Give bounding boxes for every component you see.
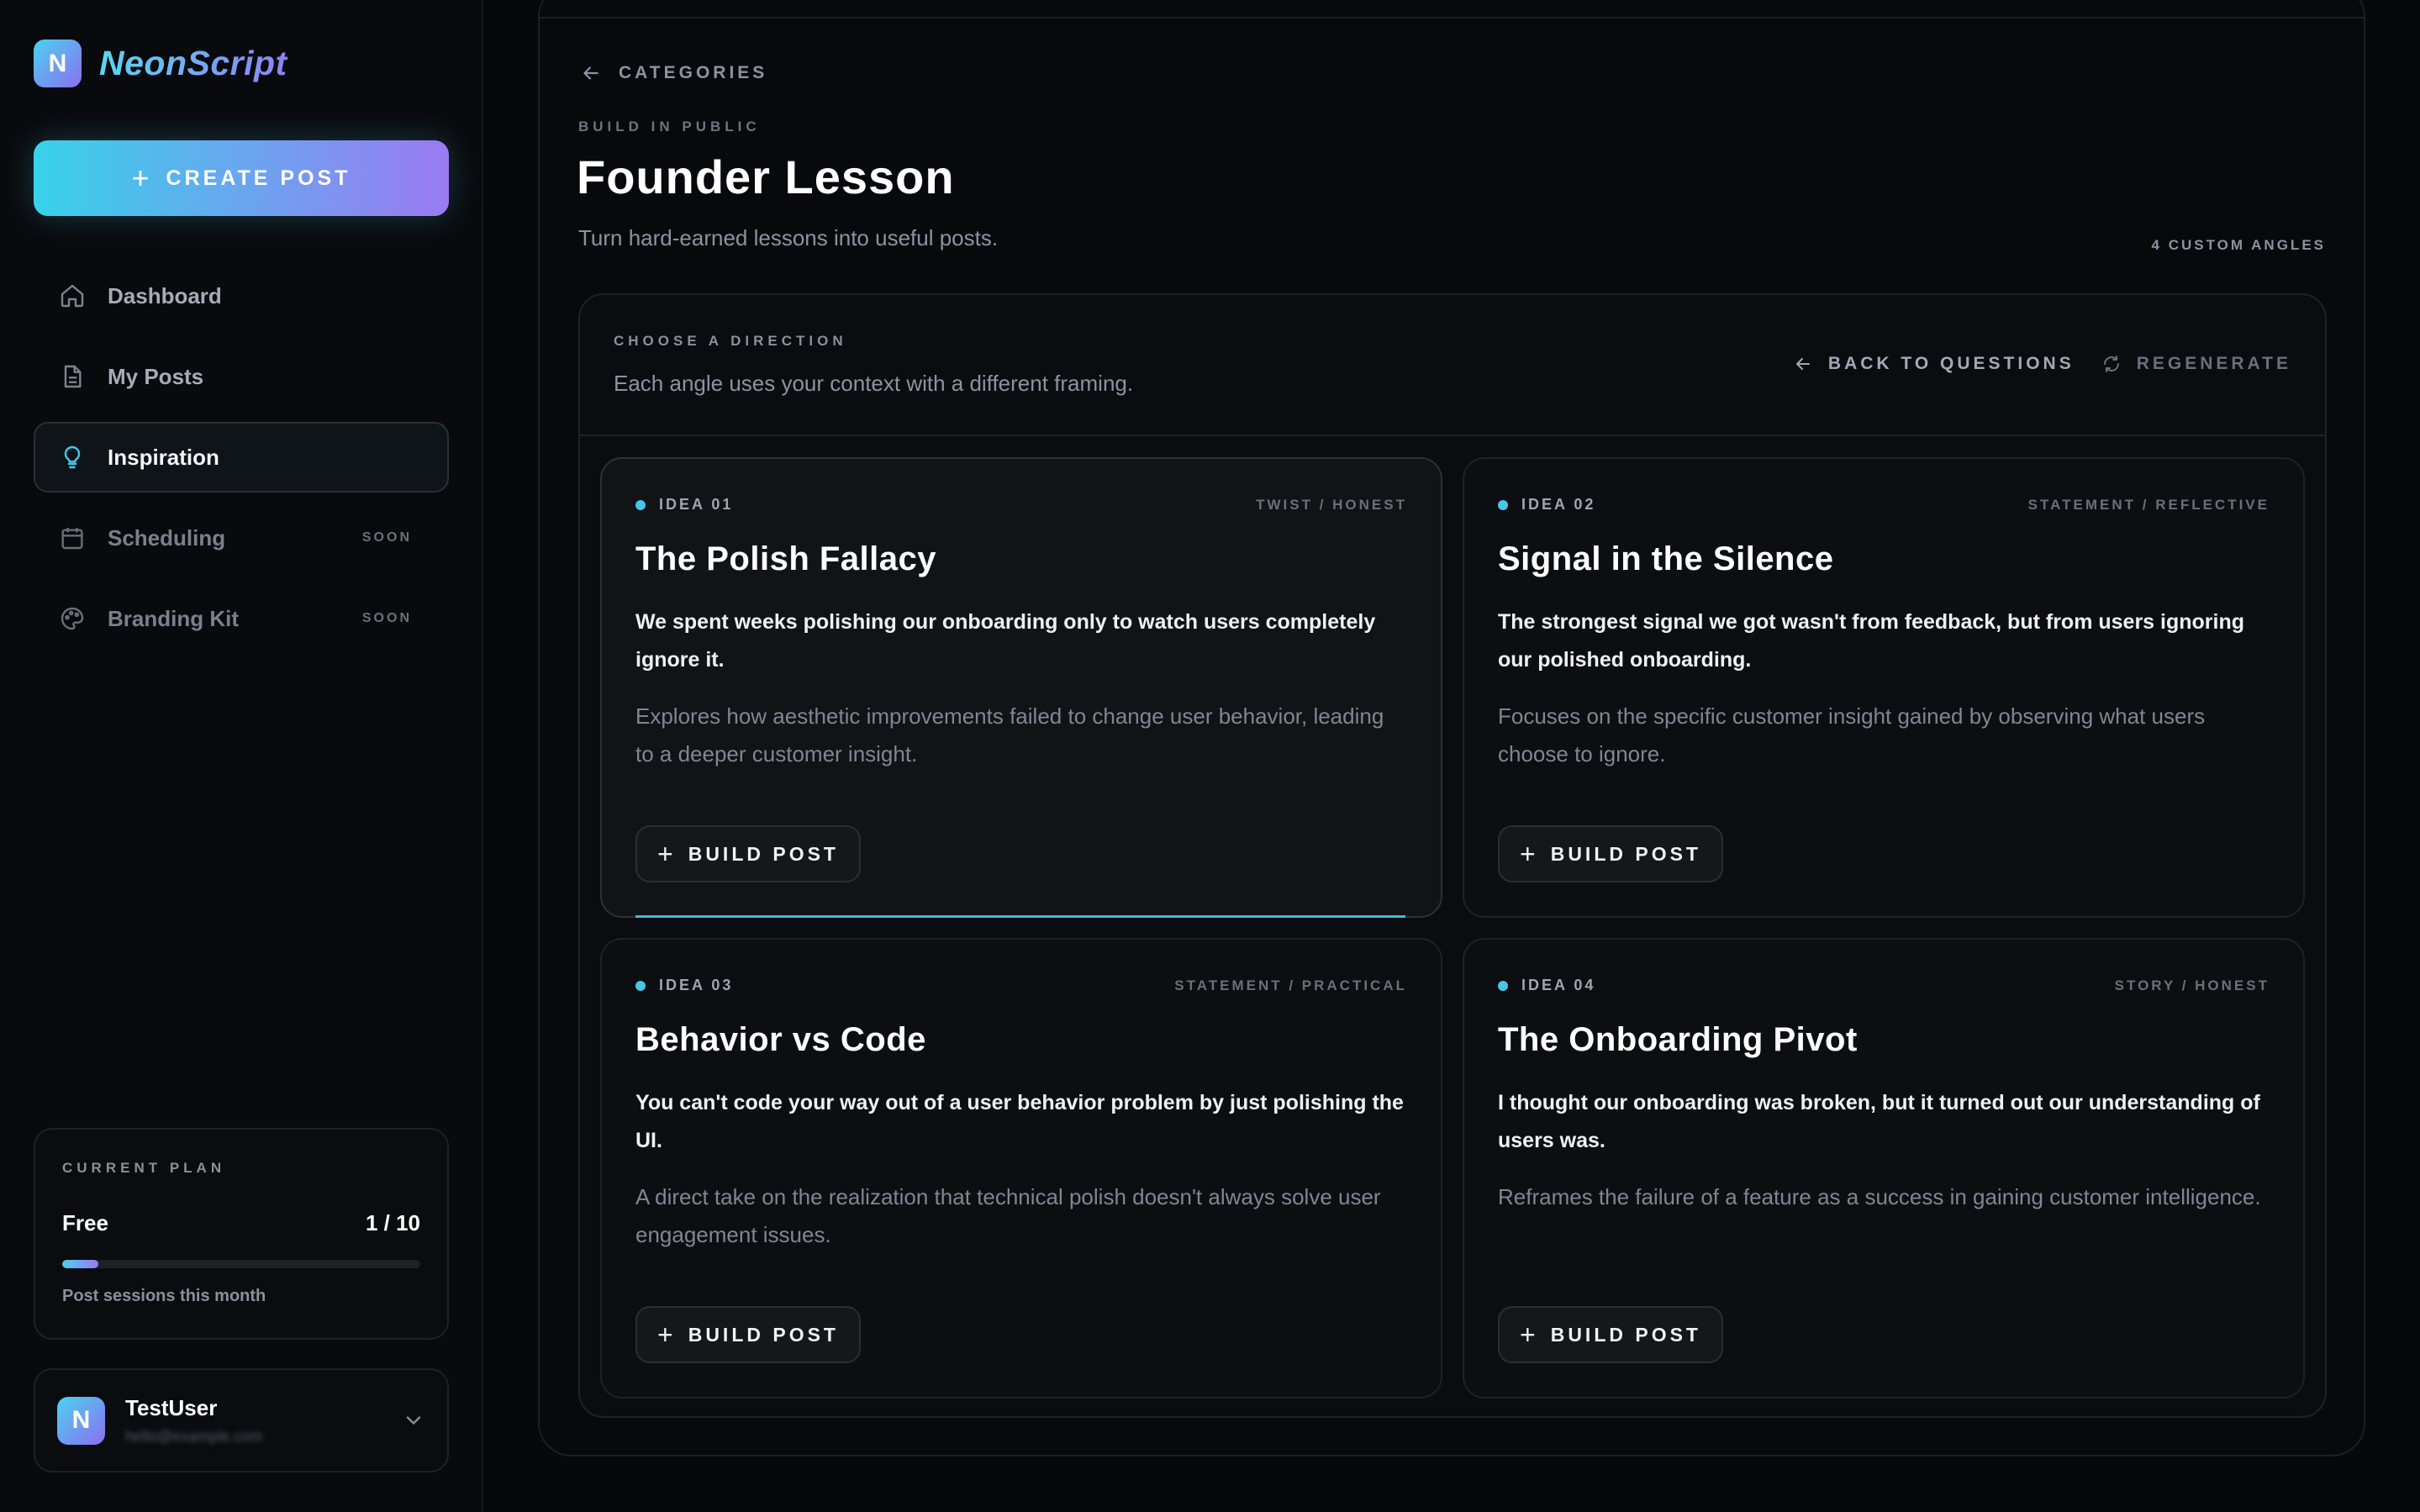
build-post-button[interactable]: + BUILD POST [1498,825,1723,882]
sidebar-item-label: Branding Kit [108,605,239,631]
plus-icon: + [657,1319,673,1350]
idea-description: Focuses on the specific customer insight… [1498,703,2206,767]
sidebar-item-dashboard[interactable]: Dashboard [34,261,449,331]
calendar-icon [59,524,86,551]
brand-name: NeonScript [99,44,287,82]
idea-number: IDEA 02 [1521,496,1596,513]
build-post-label: BUILD POST [1550,1323,1701,1346]
idea-card-3[interactable]: IDEA 03 STATEMENT / PRACTICAL Behavior v… [600,938,1442,1399]
build-post-button[interactable]: + BUILD POST [635,825,861,882]
idea-number: IDEA 04 [1521,977,1596,993]
user-menu[interactable]: N TestUser hello@example.com [34,1368,449,1472]
sidebar-item-label: Inspiration [108,444,219,470]
regenerate-button[interactable]: REGENERATE [2101,354,2291,374]
lightbulb-icon [59,444,86,471]
soon-badge: SOON [361,530,412,545]
page-subtitle: Turn hard-earned lessons into useful pos… [578,225,999,250]
idea-description: A direct take on the realization that te… [635,1184,1381,1247]
plan-usage: 1 / 10 [365,1210,420,1235]
back-to-questions-label: BACK TO QUESTIONS [1827,354,2075,373]
plus-icon: + [1520,1319,1536,1350]
palette-icon [59,605,86,632]
sidebar-item-label: Scheduling [108,524,226,551]
arrow-left-icon [1795,358,1810,370]
angles-count: 4 CUSTOM ANGLES [2151,237,2326,253]
build-post-label: BUILD POST [1550,842,1701,865]
refresh-icon [2103,356,2119,372]
idea-title: Signal in the Silence [1498,540,1834,577]
sidebar-item-label: My Posts [108,363,204,389]
create-post-label: CREATE POST [166,166,351,190]
idea-title: The Polish Fallacy [635,540,937,577]
user-name: TestUser [125,1395,218,1420]
plan-label: CURRENT PLAN [62,1160,226,1176]
idea-tag: TWIST / HONEST [1256,496,1407,513]
bullet-dot [1498,980,1508,991]
plan-progress-fill [62,1260,98,1268]
sidebar-item-label: Dashboard [108,282,222,308]
build-post-button[interactable]: + BUILD POST [635,1306,861,1363]
idea-tag: STORY / HONEST [2114,977,2270,993]
idea-card-1[interactable]: IDEA 01 TWIST / HONEST The Polish Fallac… [600,457,1442,918]
sidebar-item-my-posts[interactable]: My Posts [34,341,449,412]
create-post-button[interactable]: + CREATE POST [34,140,449,216]
card-accent-line [635,915,1405,918]
plan-caption: Post sessions this month [62,1287,266,1305]
avatar: N [57,1396,105,1445]
idea-title: Behavior vs Code [635,1021,926,1058]
back-to-questions-button[interactable]: BACK TO QUESTIONS [1793,354,2075,374]
divider [538,17,2365,18]
chevron-down-icon [406,1416,421,1425]
breadcrumb-label: CATEGORIES [619,63,768,82]
build-post-button[interactable]: + BUILD POST [1498,1306,1723,1363]
idea-title: The Onboarding Pivot [1498,1021,1858,1058]
idea-hook: You can't code your way out of a user be… [635,1091,1404,1152]
sidebar-item-inspiration[interactable]: Inspiration [34,422,449,493]
idea-tag: STATEMENT / REFLECTIVE [2027,496,2270,513]
plus-icon: + [657,838,673,869]
idea-number: IDEA 03 [659,977,734,993]
breadcrumb-back[interactable]: CATEGORIES [580,62,767,84]
sidebar-nav: Dashboard My Posts Inspiration Schedulin… [34,261,449,664]
plus-icon: + [1520,838,1536,869]
page-title: Founder Lesson [577,150,955,203]
direction-subtitle: Each angle uses your context with a diff… [614,371,1134,396]
sidebar: N NeonScript + CREATE POST Dashboard My … [0,0,483,1512]
arrow-left-icon [583,66,598,80]
build-post-label: BUILD POST [688,842,839,865]
brand[interactable]: N NeonScript [34,40,287,87]
sidebar-item-scheduling[interactable]: Scheduling SOON [34,503,449,573]
category-kicker: BUILD IN PUBLIC [578,119,761,134]
plan-card: CURRENT PLAN Free 1 / 10 Post sessions t… [34,1128,449,1340]
soon-badge: SOON [361,611,412,625]
idea-card-2[interactable]: IDEA 02 STATEMENT / REFLECTIVE Signal in… [1463,457,2305,918]
idea-hook: I thought our onboarding was broken, but… [1498,1091,2260,1152]
direction-label: CHOOSE A DIRECTION [614,333,847,349]
idea-description: Explores how aesthetic improvements fail… [635,703,1384,767]
brand-logo: N [34,40,82,87]
user-email: hello@example.com [125,1428,263,1445]
sidebar-item-branding-kit[interactable]: Branding Kit SOON [34,583,449,654]
plan-name: Free [62,1210,108,1235]
plan-progress-bar [62,1260,420,1268]
build-post-label: BUILD POST [688,1323,839,1346]
direction-header: CHOOSE A DIRECTION Each angle uses your … [580,295,2325,436]
idea-hook: The strongest signal we got wasn't from … [1498,610,2245,672]
idea-card-4[interactable]: IDEA 04 STORY / HONEST The Onboarding Pi… [1463,938,2305,1399]
home-icon [59,282,86,309]
bullet-dot [635,980,646,991]
direction-panel: CHOOSE A DIRECTION Each angle uses your … [578,293,2327,1418]
idea-number: IDEA 01 [659,496,734,513]
idea-description: Reframes the failure of a feature as a s… [1498,1184,2261,1209]
document-icon [59,363,86,390]
plus-icon: + [131,161,150,195]
regenerate-label: REGENERATE [2136,354,2291,373]
bullet-dot [635,499,646,510]
bullet-dot [1498,499,1508,510]
idea-hook: We spent weeks polishing our onboarding … [635,610,1376,672]
idea-tag: STATEMENT / PRACTICAL [1174,977,1407,993]
